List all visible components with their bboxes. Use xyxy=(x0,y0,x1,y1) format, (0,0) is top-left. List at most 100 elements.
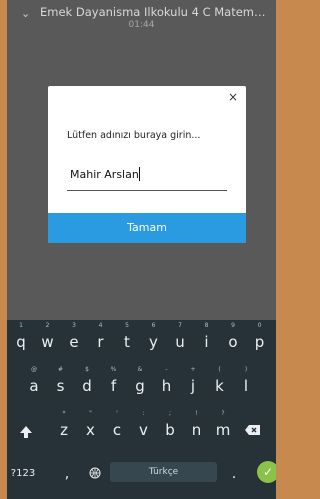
page-title: Emek Dayanisma Ilkokulu 4 C Matemati... xyxy=(40,5,270,19)
close-icon[interactable]: × xyxy=(226,90,240,104)
key-g[interactable]: & g xyxy=(128,364,152,408)
key-hint: ? xyxy=(221,410,225,417)
key-hint: 0 xyxy=(257,322,262,329)
prompt-text: Lütfen adınızı buraya girin... xyxy=(67,130,201,141)
key-hint: # xyxy=(57,366,64,373)
key-hint: 9 xyxy=(231,322,235,329)
globe-icon[interactable] xyxy=(85,452,105,496)
key-k[interactable]: (k xyxy=(208,364,232,408)
key-m[interactable]: ? m xyxy=(211,408,235,452)
keyboard: 1q2w3e4r5t6y7u8i9o0p @ a # s $ d% f & g - h + j(k) l … xyxy=(7,320,276,499)
key-hint: 2 xyxy=(45,322,50,329)
key-label: v xyxy=(139,421,148,439)
key-o[interactable]: 9o xyxy=(221,320,245,364)
key-hint: 1 xyxy=(19,322,23,329)
name-input[interactable] xyxy=(67,164,227,181)
check-icon[interactable]: ✓ xyxy=(257,461,276,483)
key-label: w xyxy=(41,333,54,351)
key-hint: ! xyxy=(195,410,198,417)
key-hint: 6 xyxy=(151,322,156,329)
key-z[interactable]: * z xyxy=(52,408,76,452)
key-label: l xyxy=(243,377,249,395)
text-caret xyxy=(139,167,140,181)
key-label: b xyxy=(165,421,175,439)
header-bar: ⌄ Emek Dayanisma Ilkokulu 4 C Matemati..… xyxy=(7,0,276,36)
key-hint: ; xyxy=(168,410,172,417)
period-key[interactable]: . xyxy=(227,452,241,496)
key-hint: % xyxy=(110,366,117,373)
key-hint: ) xyxy=(244,366,248,373)
key-b[interactable]: ; b xyxy=(158,408,182,452)
key-q[interactable]: 1q xyxy=(9,320,33,364)
key-hint: + xyxy=(190,366,196,373)
chevron-down-icon[interactable]: ⌄ xyxy=(21,8,31,19)
key-r[interactable]: 4r xyxy=(89,320,113,364)
key-hint: @ xyxy=(31,366,37,373)
key-j[interactable]: + j xyxy=(181,364,205,408)
timestamp: 01:44 xyxy=(128,20,155,30)
key-h[interactable]: -h xyxy=(155,364,179,408)
key-hint: * xyxy=(62,410,66,417)
key-label: z xyxy=(60,421,68,439)
key-x[interactable]: " x xyxy=(79,408,103,452)
key-label: q xyxy=(16,333,26,351)
key-v[interactable]: :v xyxy=(132,408,156,452)
ok-button[interactable]: Tamam xyxy=(48,213,246,243)
key-label: u xyxy=(175,333,185,351)
key-hint: 5 xyxy=(125,322,129,329)
key-l[interactable]: ) l xyxy=(234,364,258,408)
name-field[interactable] xyxy=(67,163,227,191)
key-label: j xyxy=(190,377,196,395)
symbols-key[interactable]: ?123 xyxy=(9,452,37,496)
key-f[interactable]: % f xyxy=(102,364,126,408)
space-key[interactable]: Türkçe xyxy=(110,462,217,482)
key-hint: " xyxy=(89,410,92,417)
key-n[interactable]: ! n xyxy=(185,408,209,452)
key-hint: - xyxy=(165,366,168,373)
key-label: t xyxy=(124,333,130,351)
key-label: g xyxy=(135,377,145,395)
key-hint: : xyxy=(142,410,145,417)
key-w[interactable]: 2w xyxy=(36,320,60,364)
key-label: s xyxy=(56,377,65,395)
key-label: a xyxy=(29,377,39,395)
key-label: h xyxy=(161,377,172,395)
key-a[interactable]: @ a xyxy=(22,364,46,408)
key-hint: & xyxy=(137,366,143,373)
key-label: m xyxy=(215,421,231,439)
key-hint: 3 xyxy=(72,322,76,329)
key-label: o xyxy=(228,333,238,351)
key-label: r xyxy=(97,333,104,351)
key-label: x xyxy=(86,421,95,439)
key-label: p xyxy=(254,333,265,351)
backspace-icon[interactable] xyxy=(245,424,261,440)
key-hint: 4 xyxy=(98,322,103,329)
key-i[interactable]: 8i xyxy=(195,320,219,364)
name-dialog: × Lütfen adınızı buraya girin... Tamam xyxy=(48,86,246,243)
key-hint: 8 xyxy=(204,322,209,329)
key-label: d xyxy=(82,377,92,395)
key-hint: ' xyxy=(116,410,118,417)
key-label: k xyxy=(215,377,224,395)
keyboard-row-2: @ a # s $ d% f & g - h + j(k) l xyxy=(7,364,276,408)
screen: ⌄ Emek Dayanisma Ilkokulu 4 C Matemati..… xyxy=(7,0,276,499)
key-label: i xyxy=(204,333,209,351)
key-label: n xyxy=(191,421,202,439)
key-s[interactable]: # s xyxy=(49,364,73,408)
key-y[interactable]: 6y xyxy=(142,320,166,364)
key-u[interactable]: 7u xyxy=(168,320,192,364)
key-label: f xyxy=(110,377,117,395)
comma-key[interactable]: , xyxy=(60,452,74,496)
key-label: c xyxy=(112,421,122,439)
shift-icon[interactable] xyxy=(19,424,33,443)
key-t[interactable]: 5t xyxy=(115,320,139,364)
key-c[interactable]: ' c xyxy=(105,408,129,452)
keyboard-row-1: 1q2w3e4r5t6y7u8i9o0p xyxy=(7,320,276,364)
key-p[interactable]: 0p xyxy=(248,320,272,364)
keyboard-row-3: * z " x ' c: v; b! n? m xyxy=(7,408,276,452)
key-d[interactable]: $ d xyxy=(75,364,99,408)
key-label: e xyxy=(69,333,79,351)
key-e[interactable]: 3e xyxy=(62,320,86,364)
key-label: y xyxy=(149,333,158,351)
key-hint: ( xyxy=(218,366,221,373)
